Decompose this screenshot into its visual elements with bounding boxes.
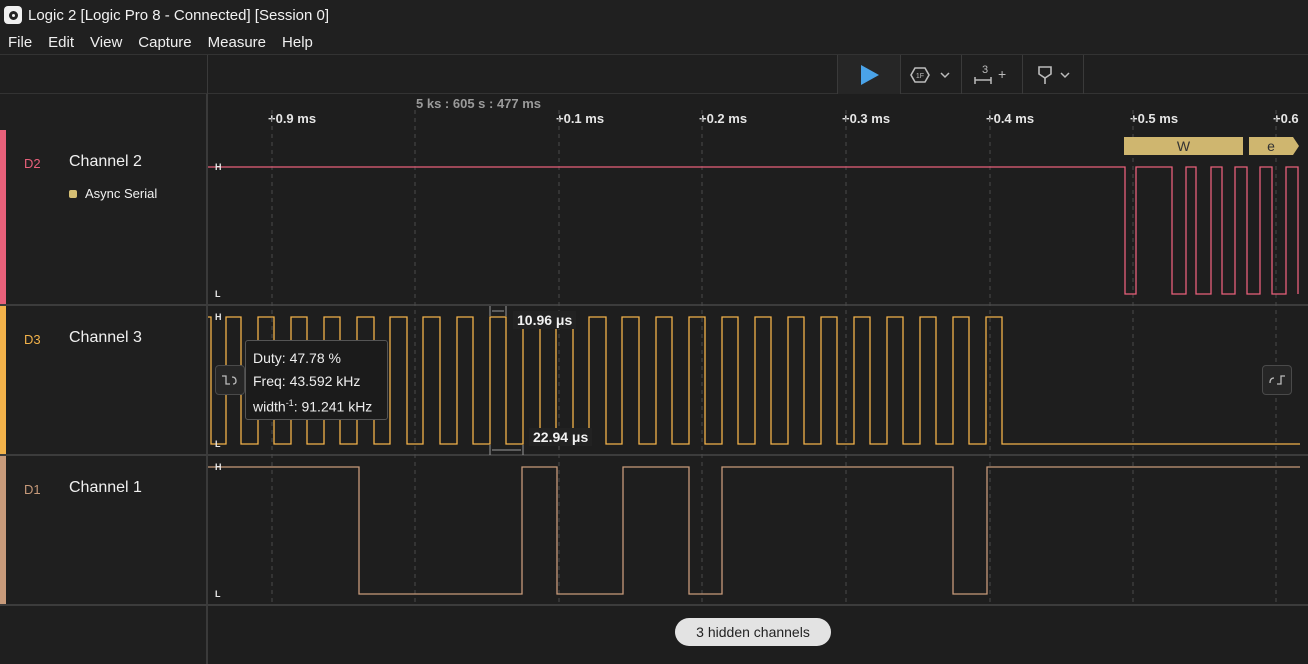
high-level-label: H — [215, 162, 222, 172]
waveform-canvas[interactable] — [0, 0, 1308, 664]
width-inverse-text: width-1: 91.241 kHz — [253, 398, 373, 415]
high-level-label: H — [215, 312, 222, 322]
prev-edge-button[interactable] — [215, 365, 245, 395]
frequency-text: Freq: 43.592 kHz — [253, 372, 361, 389]
low-level-label: L — [215, 439, 221, 449]
decoded-byte[interactable]: e — [1249, 137, 1293, 155]
pulse-width-measurement: 10.96 μs — [513, 311, 577, 329]
low-level-label: L — [215, 289, 221, 299]
next-edge-button[interactable] — [1262, 365, 1292, 395]
next-edge-icon — [1269, 375, 1285, 385]
previous-edge-icon — [222, 375, 237, 385]
duty-cycle-text: Duty: 47.78 % — [253, 350, 341, 366]
hidden-channels-button[interactable]: 3 hidden channels — [675, 618, 831, 646]
high-level-label: H — [215, 462, 222, 472]
measurement-tooltip: Duty: 47.78 % Freq: 43.592 kHz width-1: … — [245, 340, 388, 420]
decoded-byte[interactable]: W — [1124, 137, 1243, 155]
channel-1-waveform — [208, 466, 1300, 595]
low-level-label: L — [215, 589, 221, 599]
channel-2-waveform — [208, 166, 1299, 295]
decoded-byte-tail — [1293, 137, 1299, 155]
period-measurement: 22.94 μs — [529, 428, 593, 446]
